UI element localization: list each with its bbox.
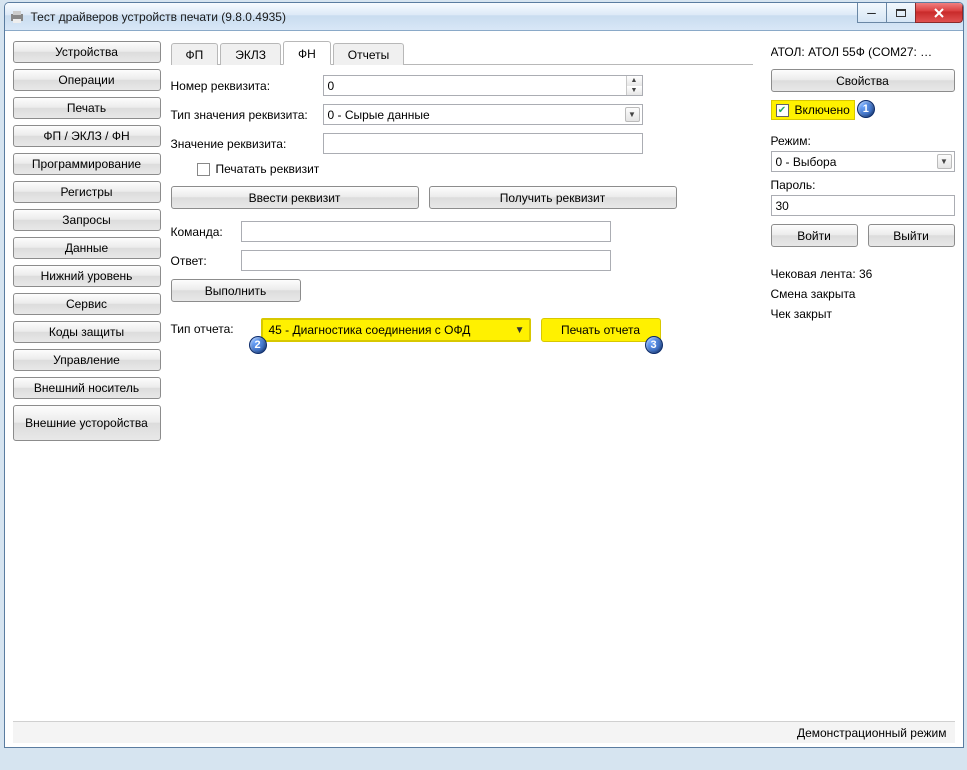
- window-title: Тест драйверов устройств печати (9.8.0.4…: [31, 10, 286, 24]
- ans-input[interactable]: [241, 250, 611, 271]
- nav-protection[interactable]: Коды защиты: [13, 321, 161, 343]
- report-type-value: 45 - Диагностика соединения с ОФД: [269, 323, 471, 337]
- print-req-checkbox[interactable]: [197, 163, 210, 176]
- label-mode: Режим:: [771, 134, 955, 148]
- login-button[interactable]: Войти: [771, 224, 858, 247]
- label-ans: Ответ:: [171, 254, 241, 268]
- chevron-down-icon: ▼: [625, 107, 640, 122]
- nav-devices[interactable]: Устройства: [13, 41, 161, 63]
- enabled-label: Включено: [795, 103, 850, 117]
- print-report-button[interactable]: Печать отчета: [541, 318, 661, 342]
- printer-icon: [9, 9, 25, 25]
- print-req-label: Печатать реквизит: [216, 162, 320, 176]
- req-type-select[interactable]: 0 - Сырые данные ▼: [323, 104, 643, 125]
- receipt-status: Чек закрыт: [771, 307, 955, 321]
- chevron-down-icon: ▼: [515, 325, 525, 336]
- properties-button[interactable]: Свойства: [771, 69, 955, 92]
- logout-button[interactable]: Выйти: [868, 224, 955, 247]
- nav-external-media[interactable]: Внешний носитель: [13, 377, 161, 399]
- label-report-type: Тип отчета:: [171, 318, 261, 336]
- label-req-num: Номер реквизита:: [171, 79, 323, 93]
- mode-value: 0 - Выбора: [776, 155, 837, 169]
- status-bar: Демонстрационный режим: [13, 721, 955, 743]
- nav-data[interactable]: Данные: [13, 237, 161, 259]
- enabled-checkbox[interactable]: ✔: [776, 104, 789, 117]
- tab-bar: ФП ЭКЛЗ ФН Отчеты: [171, 41, 753, 65]
- req-type-value: 0 - Сырые данные: [328, 108, 430, 122]
- req-num-input[interactable]: 0 ▲ ▼: [323, 75, 643, 96]
- annotation-badge-1: 1: [857, 100, 875, 118]
- password-input[interactable]: [771, 195, 955, 216]
- minimize-button[interactable]: ─: [857, 3, 887, 23]
- nav-requests[interactable]: Запросы: [13, 209, 161, 231]
- tab-reports[interactable]: Отчеты: [333, 43, 404, 65]
- report-type-select[interactable]: 45 - Диагностика соединения с ОФД ▼: [261, 318, 531, 342]
- get-req-button[interactable]: Получить реквизит: [429, 186, 677, 209]
- label-cmd: Команда:: [171, 225, 241, 239]
- spin-up-icon[interactable]: ▲: [627, 76, 642, 86]
- label-req-val: Значение реквизита:: [171, 137, 323, 151]
- req-val-input[interactable]: [323, 133, 643, 154]
- label-req-type: Тип значения реквизита:: [171, 108, 323, 122]
- shift-status: Смена закрыта: [771, 287, 955, 301]
- nav-fp-eklz-fn[interactable]: ФП / ЭКЛЗ / ФН: [13, 125, 161, 147]
- label-password: Пароль:: [771, 178, 955, 192]
- annotation-badge-3: 3: [645, 336, 663, 354]
- cmd-input[interactable]: [241, 221, 611, 242]
- annotation-badge-2: 2: [249, 336, 267, 354]
- mode-select[interactable]: 0 - Выбора ▼: [771, 151, 955, 172]
- left-nav: Устройства Операции Печать ФП / ЭКЛЗ / Ф…: [13, 41, 161, 741]
- nav-registers[interactable]: Регистры: [13, 181, 161, 203]
- enabled-highlight: ✔ Включено: [771, 100, 855, 120]
- right-panel: АТОЛ: АТОЛ 55Ф (COM27: … Свойства ✔ Вклю…: [763, 41, 955, 741]
- enter-req-button[interactable]: Ввести реквизит: [171, 186, 419, 209]
- nav-operations[interactable]: Операции: [13, 69, 161, 91]
- tab-eklz[interactable]: ЭКЛЗ: [220, 43, 281, 65]
- app-window: Тест драйверов устройств печати (9.8.0.4…: [4, 2, 964, 748]
- nav-lowlevel[interactable]: Нижний уровень: [13, 265, 161, 287]
- nav-control[interactable]: Управление: [13, 349, 161, 371]
- device-name: АТОЛ: АТОЛ 55Ф (COM27: …: [771, 45, 955, 59]
- tab-fn[interactable]: ФН: [283, 41, 331, 65]
- nav-service[interactable]: Сервис: [13, 293, 161, 315]
- tape-status: Чековая лента: 36: [771, 267, 955, 281]
- status-text: Демонстрационный режим: [797, 726, 947, 740]
- maximize-button[interactable]: [886, 3, 916, 23]
- req-num-value: 0: [324, 79, 626, 93]
- execute-button[interactable]: Выполнить: [171, 279, 301, 302]
- spin-down-icon[interactable]: ▼: [627, 86, 642, 96]
- titlebar[interactable]: Тест драйверов устройств печати (9.8.0.4…: [5, 3, 963, 31]
- nav-external-devices[interactable]: Внешние усторойства: [13, 405, 161, 441]
- nav-programming[interactable]: Программирование: [13, 153, 161, 175]
- nav-print[interactable]: Печать: [13, 97, 161, 119]
- chevron-down-icon: ▼: [937, 154, 952, 169]
- tab-fp[interactable]: ФП: [171, 43, 219, 65]
- close-button[interactable]: [915, 3, 963, 23]
- main-panel: ФП ЭКЛЗ ФН Отчеты Номер реквизита: 0 ▲ ▼…: [161, 41, 763, 741]
